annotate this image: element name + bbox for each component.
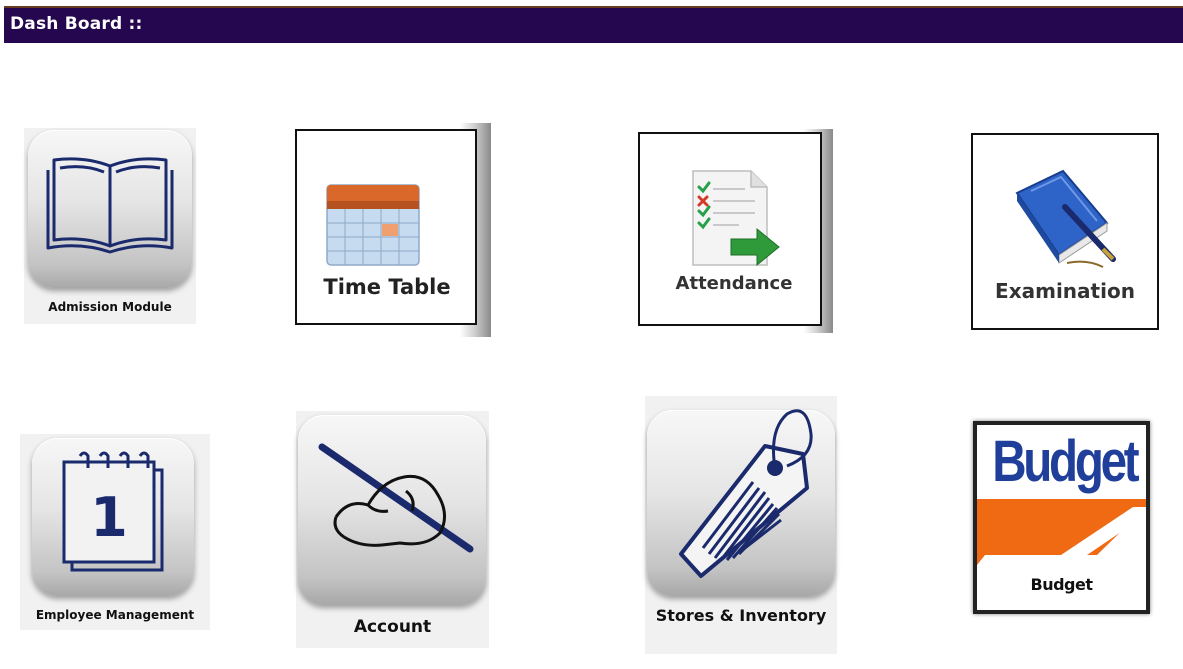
examination-tile[interactable]: Examination <box>971 133 1159 330</box>
account-label: Account <box>353 617 432 637</box>
time-table-tile[interactable]: Time Table <box>283 123 491 337</box>
calendar-icon <box>326 184 420 266</box>
time-table-label: Time Table <box>323 275 451 299</box>
dashboard-header: Dash Board :: <box>4 6 1183 43</box>
book-pen-icon <box>1015 169 1116 268</box>
employee-management-label: Employee Management <box>35 608 195 622</box>
account-tile[interactable]: Account <box>296 411 489 648</box>
notepad-one-icon: 1 <box>62 451 164 572</box>
checklist-arrow-icon <box>692 170 780 267</box>
employee-management-tile[interactable]: 1 Employee Management <box>20 434 210 630</box>
attendance-label: Attendance <box>675 273 793 294</box>
stores-inventory-label: Stores & Inventory <box>655 606 827 625</box>
budget-tile-inner: Budget Budget <box>977 425 1146 610</box>
admission-module-tile[interactable]: Admission Module <box>24 128 196 324</box>
budget-label: Budget <box>1030 575 1094 594</box>
attendance-tile[interactable]: Attendance <box>635 129 833 333</box>
budget-tile[interactable]: Budget Budget <box>973 421 1150 614</box>
budget-logo-text: Budget <box>992 429 1139 494</box>
admission-module-label: Admission Module <box>48 300 172 314</box>
page-title: Dash Board :: <box>10 14 143 34</box>
examination-label: Examination <box>995 279 1135 303</box>
barcode-tag-icon <box>679 409 813 578</box>
stores-inventory-tile[interactable]: Stores & Inventory <box>645 396 837 654</box>
open-book-icon <box>46 157 174 254</box>
hand-writing-icon <box>318 443 474 553</box>
svg-text:1: 1 <box>90 486 128 549</box>
